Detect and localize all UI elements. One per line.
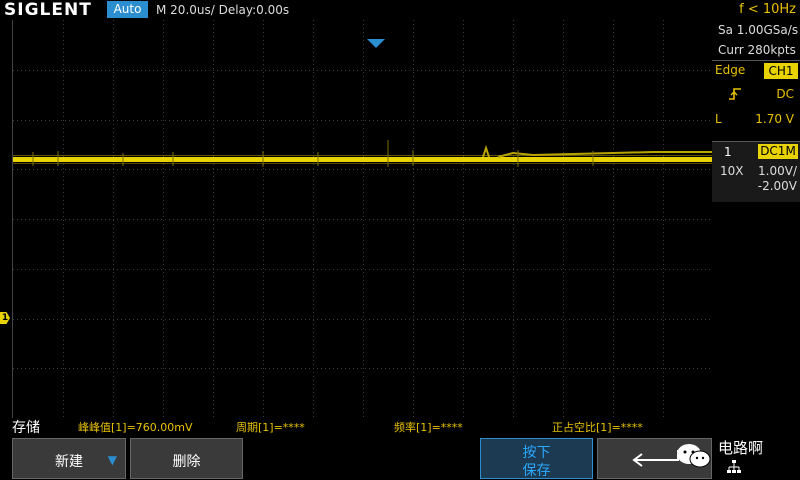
channel-offset: -2.00V [757,179,797,193]
ch1-trace-glow-bottom [13,163,713,164]
measure-peak-to-peak: 峰峰值[1]=760.00mV [78,421,193,434]
probe-attenuation: 10X [720,164,744,178]
trigger-source-badge[interactable]: CH1 [764,63,798,79]
brand-logo: SIGLENT [4,0,92,20]
timebase-readout: M 20.0us/ Delay:0.00s [156,3,290,17]
top-status-bar: SIGLENT Auto M 20.0us/ Delay:0.00s f < 1… [0,0,800,20]
graticule [13,20,713,418]
new-button[interactable]: 新建 ▼ [12,438,126,479]
rising-edge-icon [728,87,742,105]
measure-frequency: 频率[1]=**** [394,421,463,434]
channel-number: 1 [724,145,732,159]
channel-coupling-badge: DC1M [758,144,798,159]
right-info-panel: Sa 1.00GSa/s Curr 280kpts Edge CH1 DC L … [712,20,800,418]
memory-depth: Curr 280kpts [718,43,796,57]
ch1-trace-glow-top [13,155,713,156]
save-line-1: 按下 [522,445,551,461]
watermark-brand: 电路啊 [718,439,764,457]
trigger-level-value: 1.70 V [755,112,794,126]
trigger-coupling: DC [776,87,794,101]
ch1-trace-line [13,157,713,162]
sample-rate: Sa 1.00GSa/s [718,23,799,37]
arrow-down-icon: ▼ [107,453,117,467]
grid-and-trace [13,20,713,418]
volts-per-div: 1.00V/ [758,164,797,178]
divider [712,60,800,61]
save-button[interactable]: 按下 保存 [480,438,593,479]
channel-1-ground-marker[interactable]: 1 [0,312,10,324]
save-line-2: 保存 [522,463,551,479]
channel-1-info[interactable]: 1 DC1M 10X 1.00V/ -2.00V [712,141,800,202]
delete-button-label: 删除 [172,454,201,470]
softkey-bar: 新建 ▼ 删除 按下 保存 电路啊 [0,438,800,480]
menu-title: 存储 [12,420,40,436]
delete-button[interactable]: 删除 [130,438,243,479]
trigger-level-label: L [715,112,722,126]
trigger-type: Edge [715,63,746,77]
trigger-mode-badge[interactable]: Auto [107,1,148,18]
waveform-display[interactable] [12,20,725,418]
trigger-position-marker[interactable] [367,39,385,48]
wechat-icon [677,444,711,468]
measure-positive-duty: 正占空比[1]=**** [552,421,643,434]
network-icon [727,460,741,473]
measure-period: 周期[1]=**** [236,421,305,434]
measurement-bar: 存储 峰峰值[1]=760.00mV 周期[1]=**** 频率[1]=****… [0,418,712,438]
frequency-readout: f < 10Hz [739,2,796,17]
